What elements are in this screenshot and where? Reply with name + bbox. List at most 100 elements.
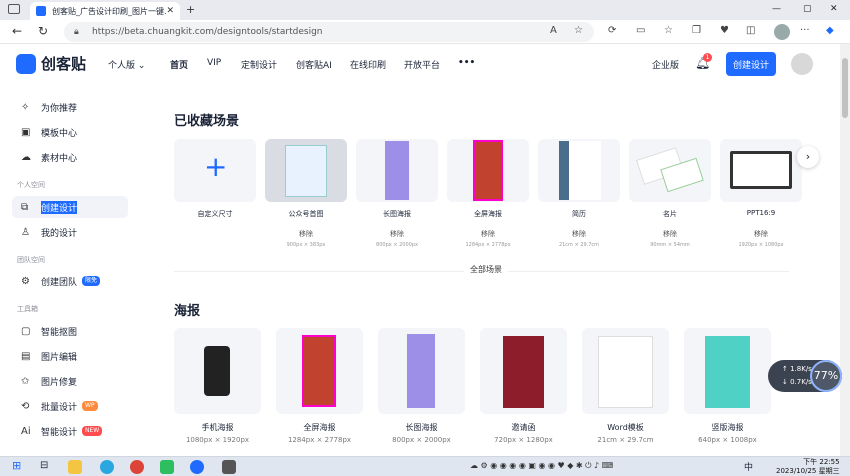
poster-card-word[interactable] bbox=[582, 328, 669, 414]
scene-card-ppt[interactable] bbox=[720, 139, 802, 202]
scene-card-business-card[interactable] bbox=[629, 139, 711, 202]
poster-card-long[interactable] bbox=[378, 328, 465, 414]
edge-icon[interactable] bbox=[190, 460, 204, 474]
sidebar-item-smart-design[interactable]: Ai 智能设计 NEW bbox=[12, 420, 128, 442]
close-tab-icon[interactable]: ✕ bbox=[166, 6, 174, 16]
copilot-icon[interactable]: ◆ bbox=[826, 25, 834, 36]
scene-label: PPT16:9 bbox=[746, 209, 776, 217]
enterprise-link[interactable]: 企业版 bbox=[652, 58, 679, 71]
remove-button[interactable]: 移除 bbox=[265, 229, 347, 239]
address-bar-row: ← ↻ 🔒︎ https://beta.chuangkit.com/design… bbox=[0, 20, 850, 44]
sidebar-item-image-repair[interactable]: ✩ 图片修复 bbox=[12, 370, 128, 392]
clock[interactable]: 下午 22:55 2023/10/25 星期三 bbox=[776, 458, 840, 476]
network-speed-widget[interactable]: ↑ 1.8K/s ↓ 0.7K/s 77% bbox=[768, 360, 842, 392]
more-options-icon[interactable]: ··· bbox=[800, 25, 810, 36]
poster-card-mobile[interactable] bbox=[174, 328, 261, 414]
poster-card-fullscreen[interactable] bbox=[276, 328, 363, 414]
sidebar-item-batch-design[interactable]: ⟲ 批量设计 WP bbox=[12, 395, 128, 417]
nav-print[interactable]: 在线印刷 bbox=[350, 58, 386, 71]
repair-icon: ✩ bbox=[21, 375, 30, 387]
poster-label: Word模板 bbox=[607, 423, 644, 432]
maximize-icon[interactable]: ▢ bbox=[803, 4, 812, 14]
refresh-icon[interactable]: ↻ bbox=[38, 24, 48, 38]
task-view-icon[interactable]: ⊟ bbox=[40, 460, 48, 471]
poster-card-invitation[interactable] bbox=[480, 328, 567, 414]
collections-icon[interactable]: ❐ bbox=[692, 25, 701, 36]
thumbnail bbox=[503, 336, 544, 408]
more-nav-icon[interactable]: ••• bbox=[458, 58, 475, 68]
scene-label: 简历 bbox=[572, 210, 586, 218]
close-window-icon[interactable]: ✕ bbox=[830, 4, 838, 14]
split-screen-icon[interactable]: ▭ bbox=[636, 25, 645, 36]
remove-button[interactable]: 移除 bbox=[356, 229, 438, 239]
back-icon[interactable]: ← bbox=[12, 24, 22, 38]
scene-card-fullscreen-poster[interactable] bbox=[447, 139, 529, 202]
profile-avatar[interactable] bbox=[774, 24, 790, 40]
sidebar-item-my-designs[interactable]: ♙ 我的设计 bbox=[12, 221, 128, 243]
sidebar-item-recommend[interactable]: ✧ 为你推荐 bbox=[12, 96, 128, 118]
sidebar-item-cutout[interactable]: ▢ 智能抠图 bbox=[12, 320, 128, 342]
batch-icon: ⟲ bbox=[21, 400, 30, 412]
tab-title: 创客贴_广告设计印刷_图片一键... bbox=[52, 6, 167, 16]
app-icon[interactable] bbox=[222, 460, 236, 474]
brand-logo[interactable]: 创客贴 bbox=[16, 53, 86, 74]
nav-home[interactable]: 首页 bbox=[170, 58, 188, 71]
thumbnail bbox=[302, 335, 336, 407]
read-aloud-icon[interactable]: A bbox=[550, 25, 557, 36]
next-arrow-icon[interactable]: › bbox=[797, 146, 819, 168]
scene-card-wechat-cover[interactable] bbox=[265, 139, 347, 202]
plus-icon: + bbox=[204, 150, 228, 183]
scene-label: 长图海报 bbox=[383, 210, 411, 218]
start-icon[interactable]: ⊞ bbox=[12, 459, 21, 472]
all-scenes-link[interactable]: 全部场景 bbox=[464, 264, 508, 275]
poster-card-vertical[interactable] bbox=[684, 328, 771, 414]
favorites-icon[interactable]: ☆ bbox=[664, 25, 673, 36]
tab-actions-icon[interactable] bbox=[8, 4, 20, 14]
file-explorer-icon[interactable] bbox=[68, 460, 82, 474]
wechat-icon[interactable] bbox=[160, 460, 174, 474]
ime-indicator[interactable]: 中 bbox=[744, 460, 753, 473]
poster-size: 800px × 2000px bbox=[392, 436, 451, 444]
scene-size: 1284px × 2778px bbox=[465, 242, 511, 248]
nav-open-platform[interactable]: 开放平台 bbox=[404, 58, 440, 71]
scene-card-long-poster[interactable] bbox=[356, 139, 438, 202]
ie-icon[interactable] bbox=[100, 460, 114, 474]
scrollbar-thumb[interactable] bbox=[842, 58, 848, 118]
version-switcher[interactable]: 个人版 ⌄ bbox=[108, 58, 145, 71]
create-design-button[interactable]: 创建设计 bbox=[726, 52, 776, 76]
browser-essentials-icon[interactable]: ♥ bbox=[720, 25, 729, 36]
favorite-star-icon[interactable]: ☆ bbox=[574, 25, 583, 36]
new-tab-icon[interactable]: + bbox=[186, 3, 195, 16]
sidebar-item-templates[interactable]: ▣ 模板中心 bbox=[12, 121, 128, 143]
chrome-icon[interactable] bbox=[130, 460, 144, 474]
custom-size-label: 自定义尺寸 bbox=[197, 210, 233, 218]
poster-size: 720px × 1280px bbox=[494, 436, 553, 444]
cutout-icon: ▢ bbox=[21, 325, 31, 337]
browser-tab[interactable]: 创客贴_广告设计印刷_图片一键... ✕ bbox=[30, 2, 180, 20]
minimize-icon[interactable]: — bbox=[772, 4, 781, 14]
cloud-icon: ☁ bbox=[21, 151, 31, 163]
remove-button[interactable]: 移除 bbox=[447, 229, 529, 239]
user-avatar[interactable] bbox=[791, 53, 813, 75]
tray-icons[interactable]: ☁ ⚙ ◉ ◉ ◉ ◉ ▣ ◉ ◉ ♥ ◆ ✱ ⏻ ♪ ⌨ bbox=[470, 461, 613, 471]
extensions-icon[interactable]: ⟳ bbox=[608, 25, 616, 36]
poster-label: 全屏海报 bbox=[303, 423, 336, 432]
remove-button[interactable]: 移除 bbox=[720, 229, 802, 239]
url-field[interactable]: 🔒︎ https://beta.chuangkit.com/designtool… bbox=[64, 22, 594, 42]
thumbnail bbox=[705, 336, 750, 408]
clock-time: 下午 22:55 bbox=[803, 458, 840, 466]
create-icon: ⧉ bbox=[21, 201, 29, 213]
scene-card-resume[interactable] bbox=[538, 139, 620, 202]
sidebar-item-create-team[interactable]: ⚙ 创建团队 限免 bbox=[12, 270, 128, 292]
remove-button[interactable]: 移除 bbox=[538, 229, 620, 239]
nav-vip[interactable]: VIP bbox=[207, 58, 221, 68]
thumbnail bbox=[204, 346, 230, 396]
sidebar-item-image-edit[interactable]: ▤ 图片编辑 bbox=[12, 345, 128, 367]
sidebar-item-materials[interactable]: ☁ 素材中心 bbox=[12, 146, 128, 168]
nav-custom-design[interactable]: 定制设计 bbox=[241, 58, 277, 71]
sidebar-item-create-design[interactable]: ⧉ 创建设计 bbox=[12, 196, 128, 218]
nav-ai[interactable]: 创客贴AI bbox=[296, 58, 332, 71]
remove-button[interactable]: 移除 bbox=[629, 229, 711, 239]
custom-size-card[interactable]: + bbox=[174, 139, 256, 202]
screenshot-icon[interactable]: ◫ bbox=[746, 25, 755, 36]
